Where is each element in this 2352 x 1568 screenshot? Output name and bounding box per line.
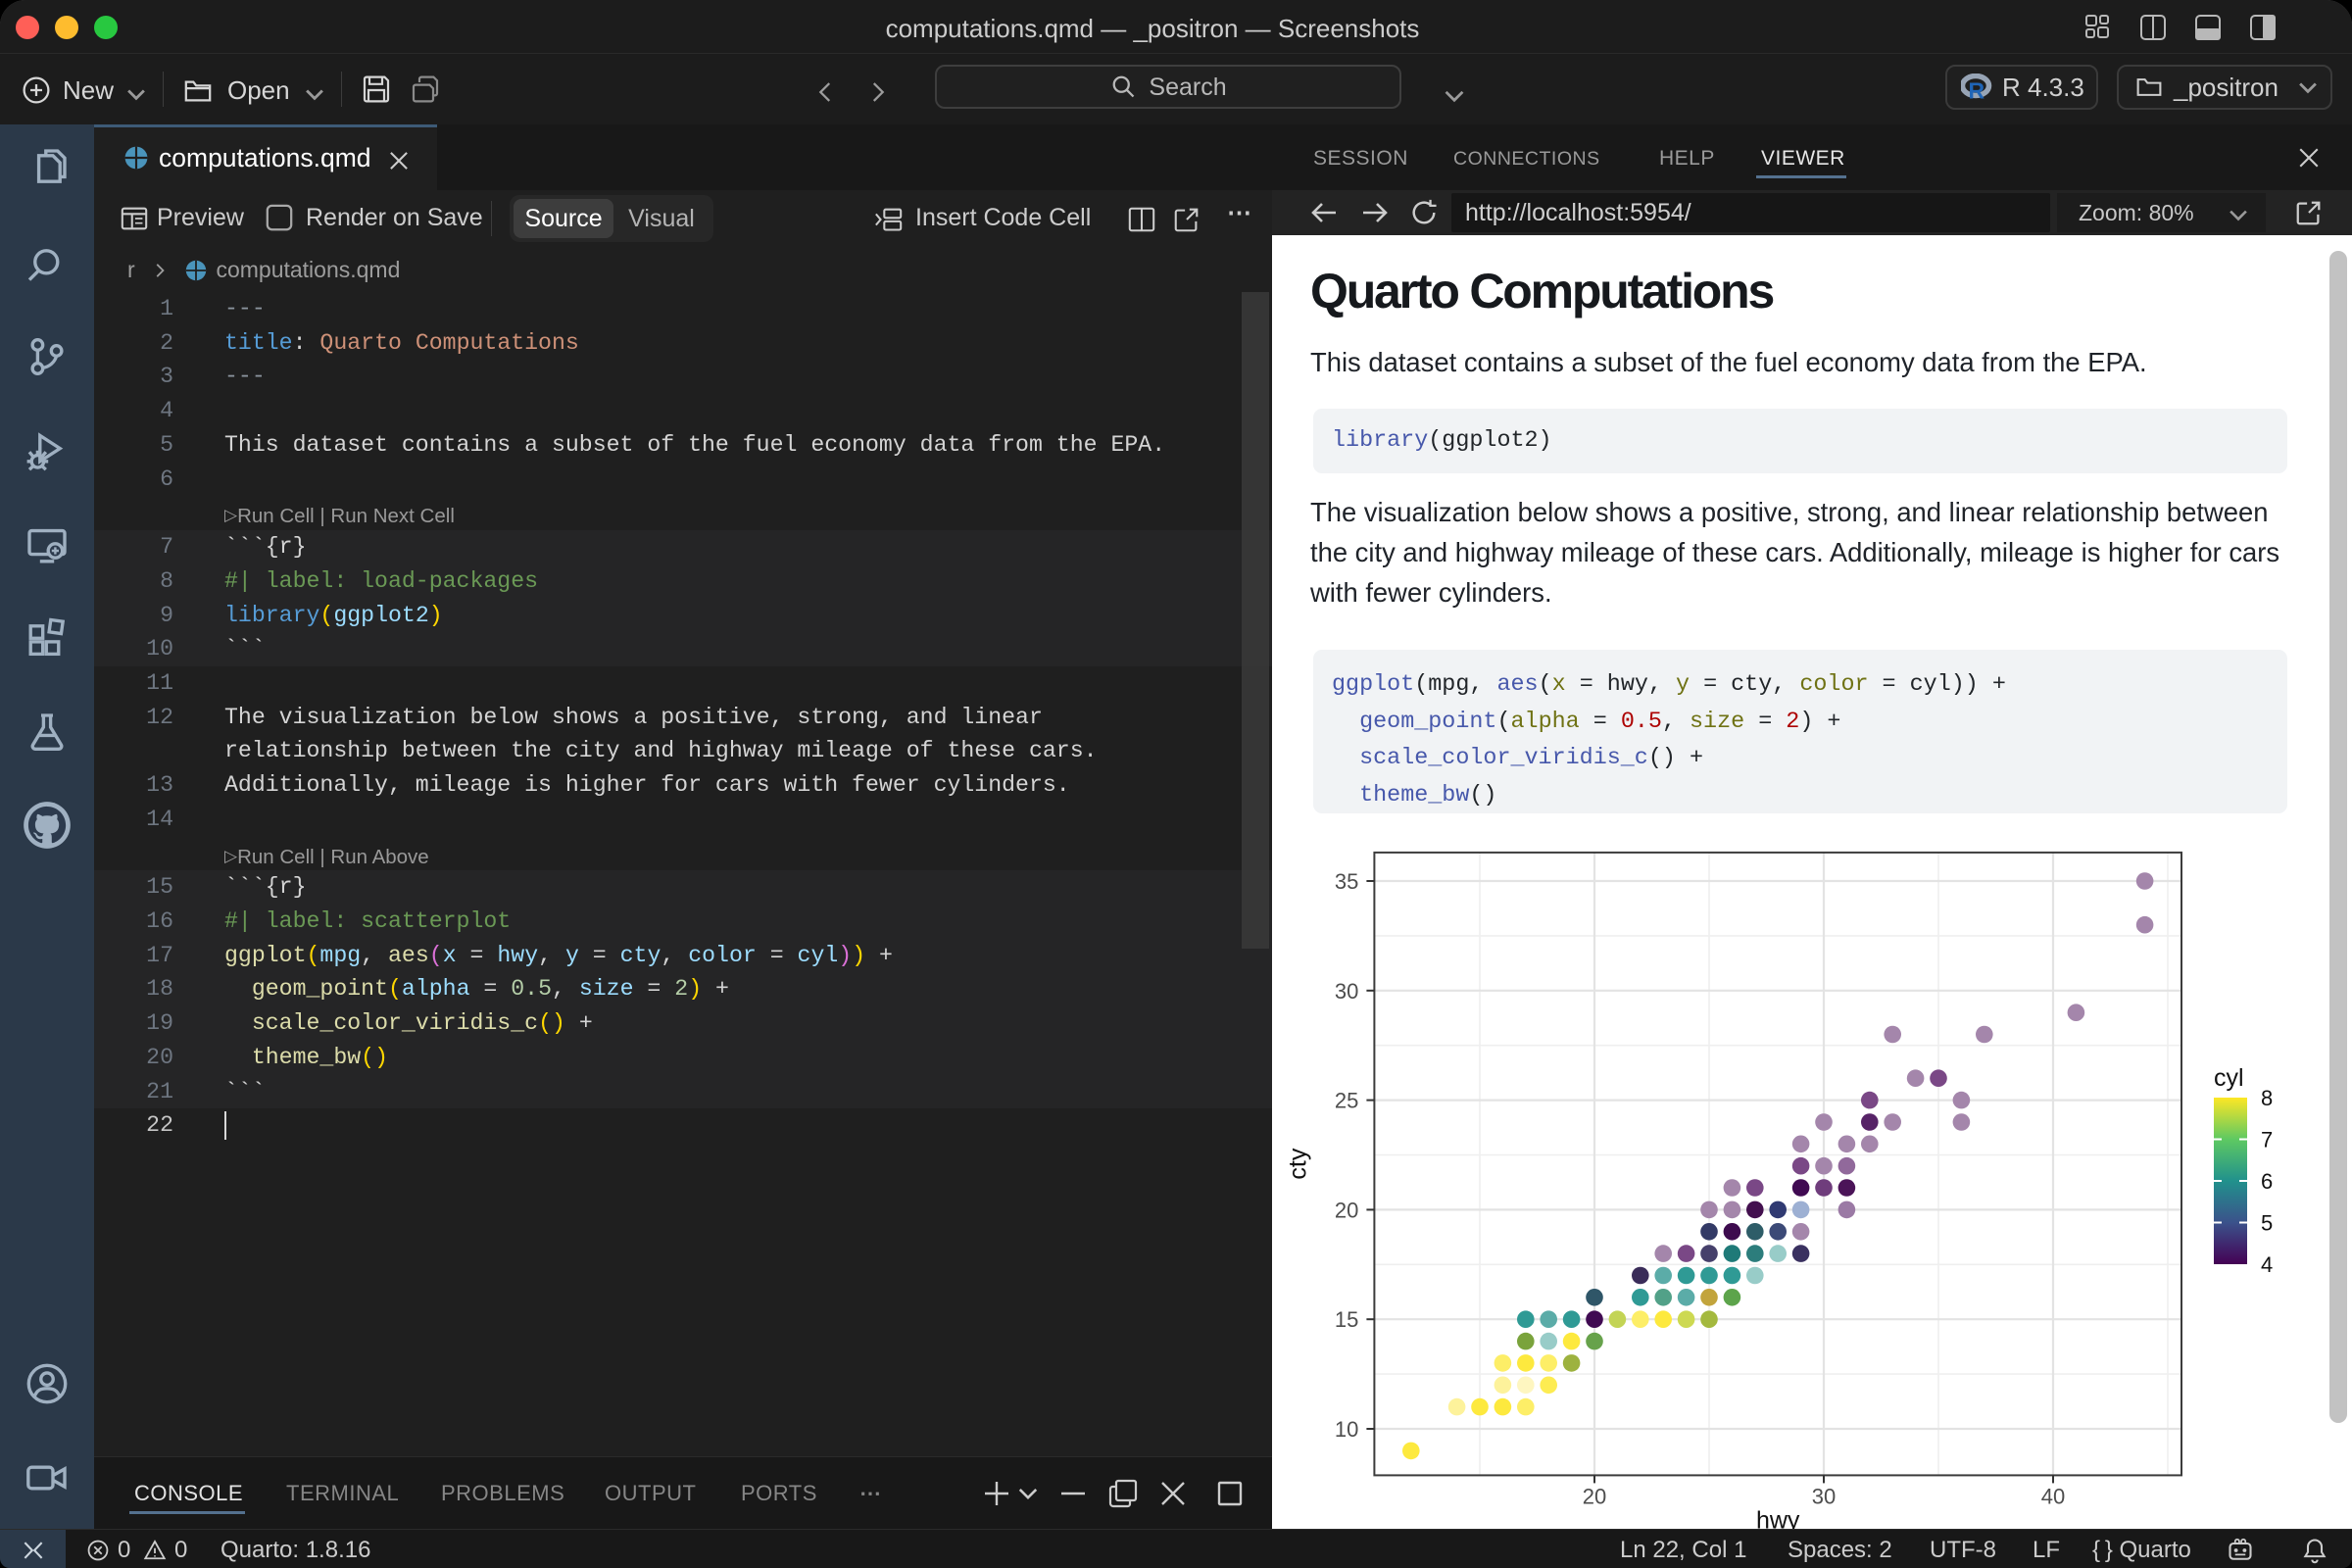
svg-text:6: 6 bbox=[2261, 1169, 2273, 1194]
svg-text:10: 10 bbox=[1335, 1417, 1358, 1442]
svg-text:30: 30 bbox=[1812, 1484, 1836, 1508]
svg-text:40: 40 bbox=[2041, 1484, 2065, 1508]
svg-text:cyl: cyl bbox=[2214, 1064, 2244, 1092]
svg-text:4: 4 bbox=[2261, 1252, 2273, 1277]
svg-text:cty: cty bbox=[1284, 1148, 1311, 1179]
svg-text:25: 25 bbox=[1335, 1089, 1358, 1113]
svg-text:20: 20 bbox=[1335, 1198, 1358, 1222]
svg-text:20: 20 bbox=[1583, 1484, 1606, 1508]
svg-text:7: 7 bbox=[2261, 1128, 2273, 1152]
svg-text:R: R bbox=[1969, 78, 1985, 104]
svg-text:5: 5 bbox=[2261, 1211, 2273, 1236]
svg-text:15: 15 bbox=[1335, 1307, 1358, 1332]
svg-text:30: 30 bbox=[1335, 979, 1358, 1004]
svg-text:hwy: hwy bbox=[1756, 1506, 1800, 1529]
svg-text:8: 8 bbox=[2261, 1086, 2273, 1110]
svg-text:35: 35 bbox=[1335, 869, 1358, 894]
